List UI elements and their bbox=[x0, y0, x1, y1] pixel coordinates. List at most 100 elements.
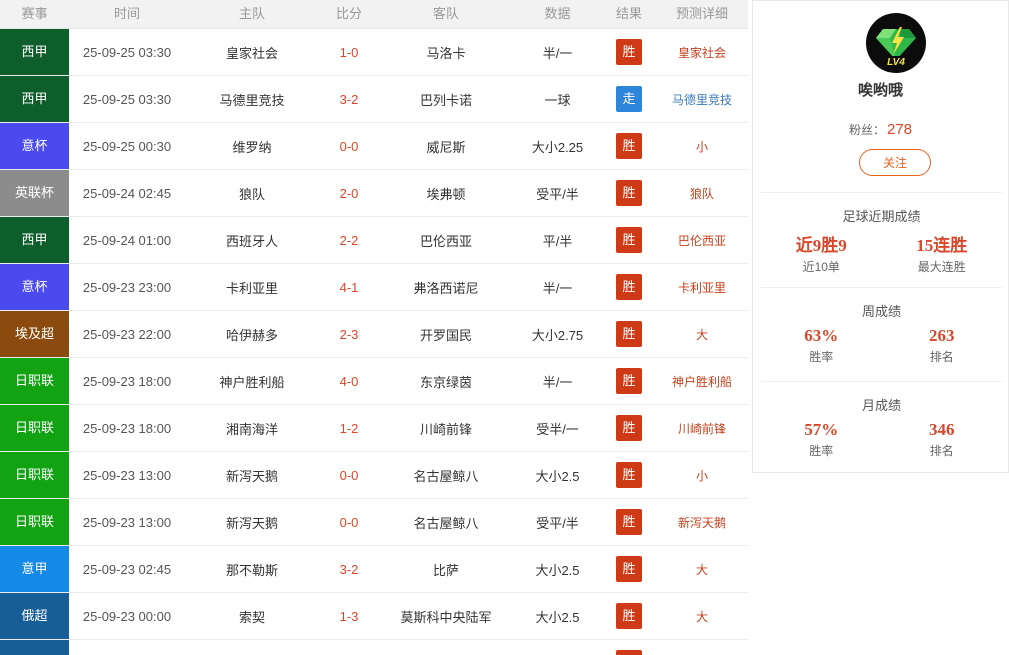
match-time: 25-09-23 02:45 bbox=[82, 561, 172, 577]
result-cell: 胜 bbox=[602, 321, 656, 347]
home-team[interactable]: 西班牙人 bbox=[185, 231, 319, 250]
match-time: 25-09-24 02:45 bbox=[82, 185, 172, 201]
match-time: 25-09-23 18:00 bbox=[82, 373, 172, 389]
league-cell[interactable]: 意甲 bbox=[0, 546, 69, 592]
league-cell[interactable]: 英联杯 bbox=[0, 170, 69, 216]
match-score: 1-2 bbox=[339, 420, 359, 436]
table-row: 意杯 25-09-23 23:00 卡利亚里 4-1 弗洛西诺尼 半/一胜卡利亚里 bbox=[0, 264, 748, 311]
prediction-detail-link[interactable]: 卡利亚里 bbox=[656, 279, 748, 296]
odds-data: 大小2.5 bbox=[535, 562, 580, 578]
home-team[interactable]: 狼队 bbox=[185, 184, 319, 203]
league-cell[interactable]: 日职联 bbox=[0, 405, 69, 451]
league-cell[interactable]: 意杯 bbox=[0, 123, 69, 169]
away-team[interactable]: 埃弗顿 bbox=[379, 184, 513, 203]
league-cell[interactable]: 日职联 bbox=[0, 452, 69, 498]
league-cell[interactable]: 俄超 bbox=[0, 640, 69, 655]
prediction-detail-link[interactable]: 小 bbox=[656, 467, 748, 484]
away-team[interactable]: 名古屋鲸八 bbox=[379, 513, 513, 532]
home-team[interactable]: 皇家社会 bbox=[185, 43, 319, 62]
match-time: 25-09-25 03:30 bbox=[82, 91, 172, 107]
home-team[interactable]: 神户胜利船 bbox=[185, 372, 319, 391]
result-badge: 胜 bbox=[616, 509, 642, 535]
odds-data: 大小2.5 bbox=[535, 468, 580, 484]
match-time: 25-09-25 00:30 bbox=[82, 138, 172, 154]
league-cell[interactable]: 俄超 bbox=[0, 593, 69, 639]
recent-streak-label: 近10单 bbox=[802, 260, 840, 274]
prediction-detail-link[interactable]: 马德里竞技 bbox=[656, 91, 748, 108]
table-row: 俄超 25-09-23 00:00 索契 1-3 莫斯科中央陆军 大小2.5 胜大 bbox=[0, 593, 748, 640]
prediction-detail-link[interactable]: 皇家社会 bbox=[656, 44, 748, 61]
league-cell[interactable]: 西甲 bbox=[0, 29, 69, 75]
weekly-rank-label: 排名 bbox=[929, 350, 954, 364]
league-cell[interactable]: 西甲 bbox=[0, 76, 69, 122]
away-team[interactable]: 莫斯科中央陆军 bbox=[379, 607, 513, 626]
recent-streak: 近9胜9 近10单 bbox=[761, 231, 882, 275]
match-score: 2-3 bbox=[339, 326, 359, 342]
result-cell: 走 bbox=[602, 86, 656, 112]
prediction-detail-link[interactable]: 小 bbox=[656, 138, 748, 155]
away-team[interactable]: 东京绿茵 bbox=[379, 372, 513, 391]
max-streak: 15连胜 最大连胜 bbox=[882, 231, 1003, 275]
league-cell[interactable]: 意杯 bbox=[0, 264, 69, 310]
away-team[interactable]: 比萨 bbox=[379, 560, 513, 579]
league-cell[interactable]: 日职联 bbox=[0, 358, 69, 404]
fans-count: 粉丝： 278 bbox=[753, 121, 1008, 138]
result-badge: 胜 bbox=[616, 415, 642, 441]
level-badge-text: LV4 bbox=[887, 57, 905, 68]
home-team[interactable]: 那不勒斯 bbox=[185, 560, 319, 579]
prediction-detail-link[interactable]: 狼队 bbox=[656, 185, 748, 202]
home-team[interactable]: 湘南海洋 bbox=[185, 419, 319, 438]
table-row: 西甲 25-09-25 03:30 马德里竞技 3-2 巴列卡诺 一球走马德里竞技 bbox=[0, 76, 748, 123]
result-badge: 胜 bbox=[616, 227, 642, 253]
home-team[interactable]: 卡利亚里 bbox=[185, 278, 319, 297]
odds-data: 大小2.5 bbox=[535, 609, 580, 625]
league-cell[interactable]: 埃及超 bbox=[0, 311, 69, 357]
follow-button[interactable]: 关注 bbox=[859, 149, 931, 176]
recent-record-title: 足球近期成绩 bbox=[842, 209, 921, 224]
result-badge: 胜 bbox=[616, 368, 642, 394]
prediction-detail-link[interactable]: 大 bbox=[656, 608, 748, 625]
prediction-detail-link[interactable]: 川崎前锋 bbox=[656, 420, 748, 437]
match-time: 25-09-25 03:30 bbox=[82, 44, 172, 60]
odds-data: 半/一 bbox=[542, 45, 573, 61]
result-badge: 胜 bbox=[616, 133, 642, 159]
table-row: 西甲 25-09-25 03:30 皇家社会 1-0 马洛卡 半/一胜皇家社会 bbox=[0, 29, 748, 76]
home-team[interactable]: 维罗纳 bbox=[185, 137, 319, 156]
header-score: 比分 bbox=[335, 6, 362, 21]
prediction-detail-link[interactable]: 神户胜利船 bbox=[656, 373, 748, 390]
prediction-detail-link[interactable]: 大 bbox=[656, 326, 748, 343]
away-team[interactable]: 马洛卡 bbox=[379, 43, 513, 62]
table-row: 日职联 25-09-23 18:00 湘南海洋 1-2 川崎前锋 受半/一胜川崎前锋 bbox=[0, 405, 748, 452]
league-cell[interactable]: 日职联 bbox=[0, 499, 69, 545]
away-team[interactable]: 巴列卡诺 bbox=[379, 90, 513, 109]
away-team[interactable]: 开罗国民 bbox=[379, 325, 513, 344]
prediction-detail-link[interactable]: 大 bbox=[656, 561, 748, 578]
match-score: 0-0 bbox=[339, 467, 359, 483]
home-team[interactable]: 马德里竞技 bbox=[185, 90, 319, 109]
result-cell: 胜 bbox=[602, 603, 656, 629]
match-time: 25-09-23 13:00 bbox=[82, 514, 172, 530]
away-team[interactable]: 威尼斯 bbox=[379, 137, 513, 156]
league-cell[interactable]: 西甲 bbox=[0, 217, 69, 263]
prediction-detail-link[interactable]: 巴伦西亚 bbox=[656, 232, 748, 249]
home-team[interactable]: 新泻天鹅 bbox=[185, 513, 319, 532]
avatar[interactable]: LV4 bbox=[866, 13, 926, 73]
away-team[interactable]: 弗洛西诺尼 bbox=[379, 278, 513, 297]
weekly-win-rate-label: 胜率 bbox=[809, 350, 834, 364]
match-time: 25-09-23 23:00 bbox=[82, 279, 172, 295]
odds-data: 受半/一 bbox=[536, 421, 579, 437]
lv-diamond-icon: LV4 bbox=[876, 27, 916, 68]
username: 唉哟哦 bbox=[857, 82, 903, 99]
odds-data: 半/一 bbox=[542, 280, 573, 296]
away-team[interactable]: 巴伦西亚 bbox=[379, 231, 513, 250]
away-team[interactable]: 川崎前锋 bbox=[379, 419, 513, 438]
home-team[interactable]: 索契 bbox=[185, 607, 319, 626]
weekly-rank: 263 排名 bbox=[882, 326, 1003, 365]
home-team[interactable]: 新泻天鹅 bbox=[185, 466, 319, 485]
prediction-detail-link[interactable]: 新泻天鹅 bbox=[656, 514, 748, 531]
odds-data: 平/半 bbox=[542, 233, 573, 249]
monthly-rank: 346 排名 bbox=[882, 420, 1003, 459]
home-team[interactable]: 哈伊赫多 bbox=[185, 325, 319, 344]
away-team[interactable]: 名古屋鲸八 bbox=[379, 466, 513, 485]
recent-record-section: 足球近期成绩 近9胜9 近10单 15连胜 最大连胜 bbox=[761, 192, 1002, 275]
